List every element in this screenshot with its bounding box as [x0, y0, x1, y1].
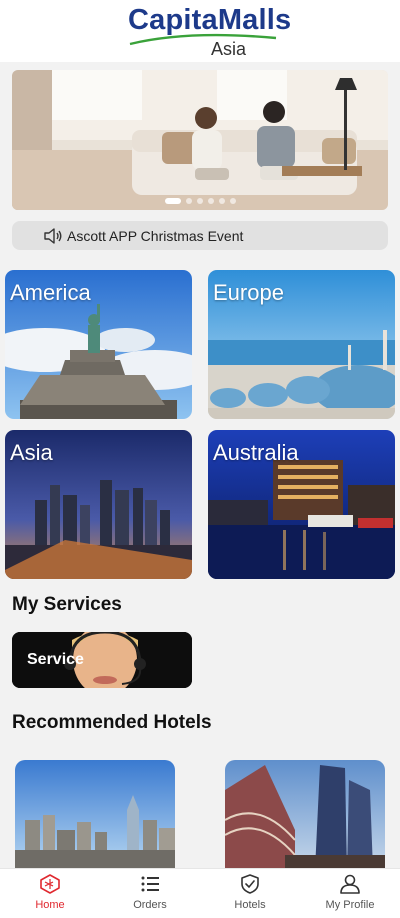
tab-hotels[interactable]: Hotels	[200, 869, 300, 918]
carousel-dot[interactable]	[185, 198, 192, 204]
logo-swoosh-icon	[129, 33, 277, 46]
announcement-bar[interactable]: Ascott APP Christmas Event	[12, 221, 388, 250]
tab-orders[interactable]: Orders	[100, 869, 200, 918]
hotel-image	[15, 760, 175, 870]
carousel-indicator	[12, 198, 388, 204]
recommended-hotels-heading: Recommended Hotels	[12, 712, 212, 733]
home-cube-icon	[40, 874, 60, 894]
promo-banner[interactable]	[12, 70, 388, 210]
service-card[interactable]: Service	[12, 632, 192, 688]
hotel-card[interactable]	[225, 760, 385, 870]
region-card-asia[interactable]: Asia	[5, 430, 192, 579]
region-card-america[interactable]: America	[5, 270, 192, 419]
hotel-card[interactable]	[15, 760, 175, 870]
region-label: Australia	[213, 440, 299, 465]
carousel-dot[interactable]	[196, 198, 203, 204]
bottom-tab-bar: Home Orders Hotels My Profile	[0, 868, 400, 918]
speaker-icon	[44, 228, 62, 244]
region-label: Asia	[10, 440, 53, 465]
tab-label: My Profile	[325, 899, 375, 911]
capitamalls-logo[interactable]: CapitaMalls Asia	[128, 4, 291, 60]
banner-image	[12, 70, 388, 210]
tab-label: Hotels	[234, 899, 266, 911]
carousel-dot[interactable]	[229, 198, 236, 204]
logo-subtitle: Asia	[211, 39, 247, 59]
shield-check-icon	[241, 874, 259, 894]
announcement-text: Ascott APP Christmas Event	[67, 227, 244, 244]
region-card-australia[interactable]: Australia	[208, 430, 395, 579]
user-icon	[340, 874, 360, 894]
tab-label: Orders	[133, 899, 167, 911]
carousel-dot[interactable]	[164, 198, 181, 204]
service-label: Service	[27, 651, 84, 668]
hotel-image	[225, 760, 385, 870]
tab-home[interactable]: Home	[0, 869, 100, 918]
region-label: America	[10, 280, 91, 305]
tab-my-profile[interactable]: My Profile	[300, 869, 400, 918]
region-label: Europe	[213, 280, 284, 305]
tab-label: Home	[35, 899, 65, 911]
carousel-dot[interactable]	[207, 198, 214, 204]
my-services-heading: My Services	[12, 594, 122, 615]
app-header: CapitaMalls Asia	[0, 0, 400, 62]
carousel-dot[interactable]	[218, 198, 225, 204]
region-card-europe[interactable]: Europe	[208, 270, 395, 419]
list-icon	[141, 876, 159, 892]
